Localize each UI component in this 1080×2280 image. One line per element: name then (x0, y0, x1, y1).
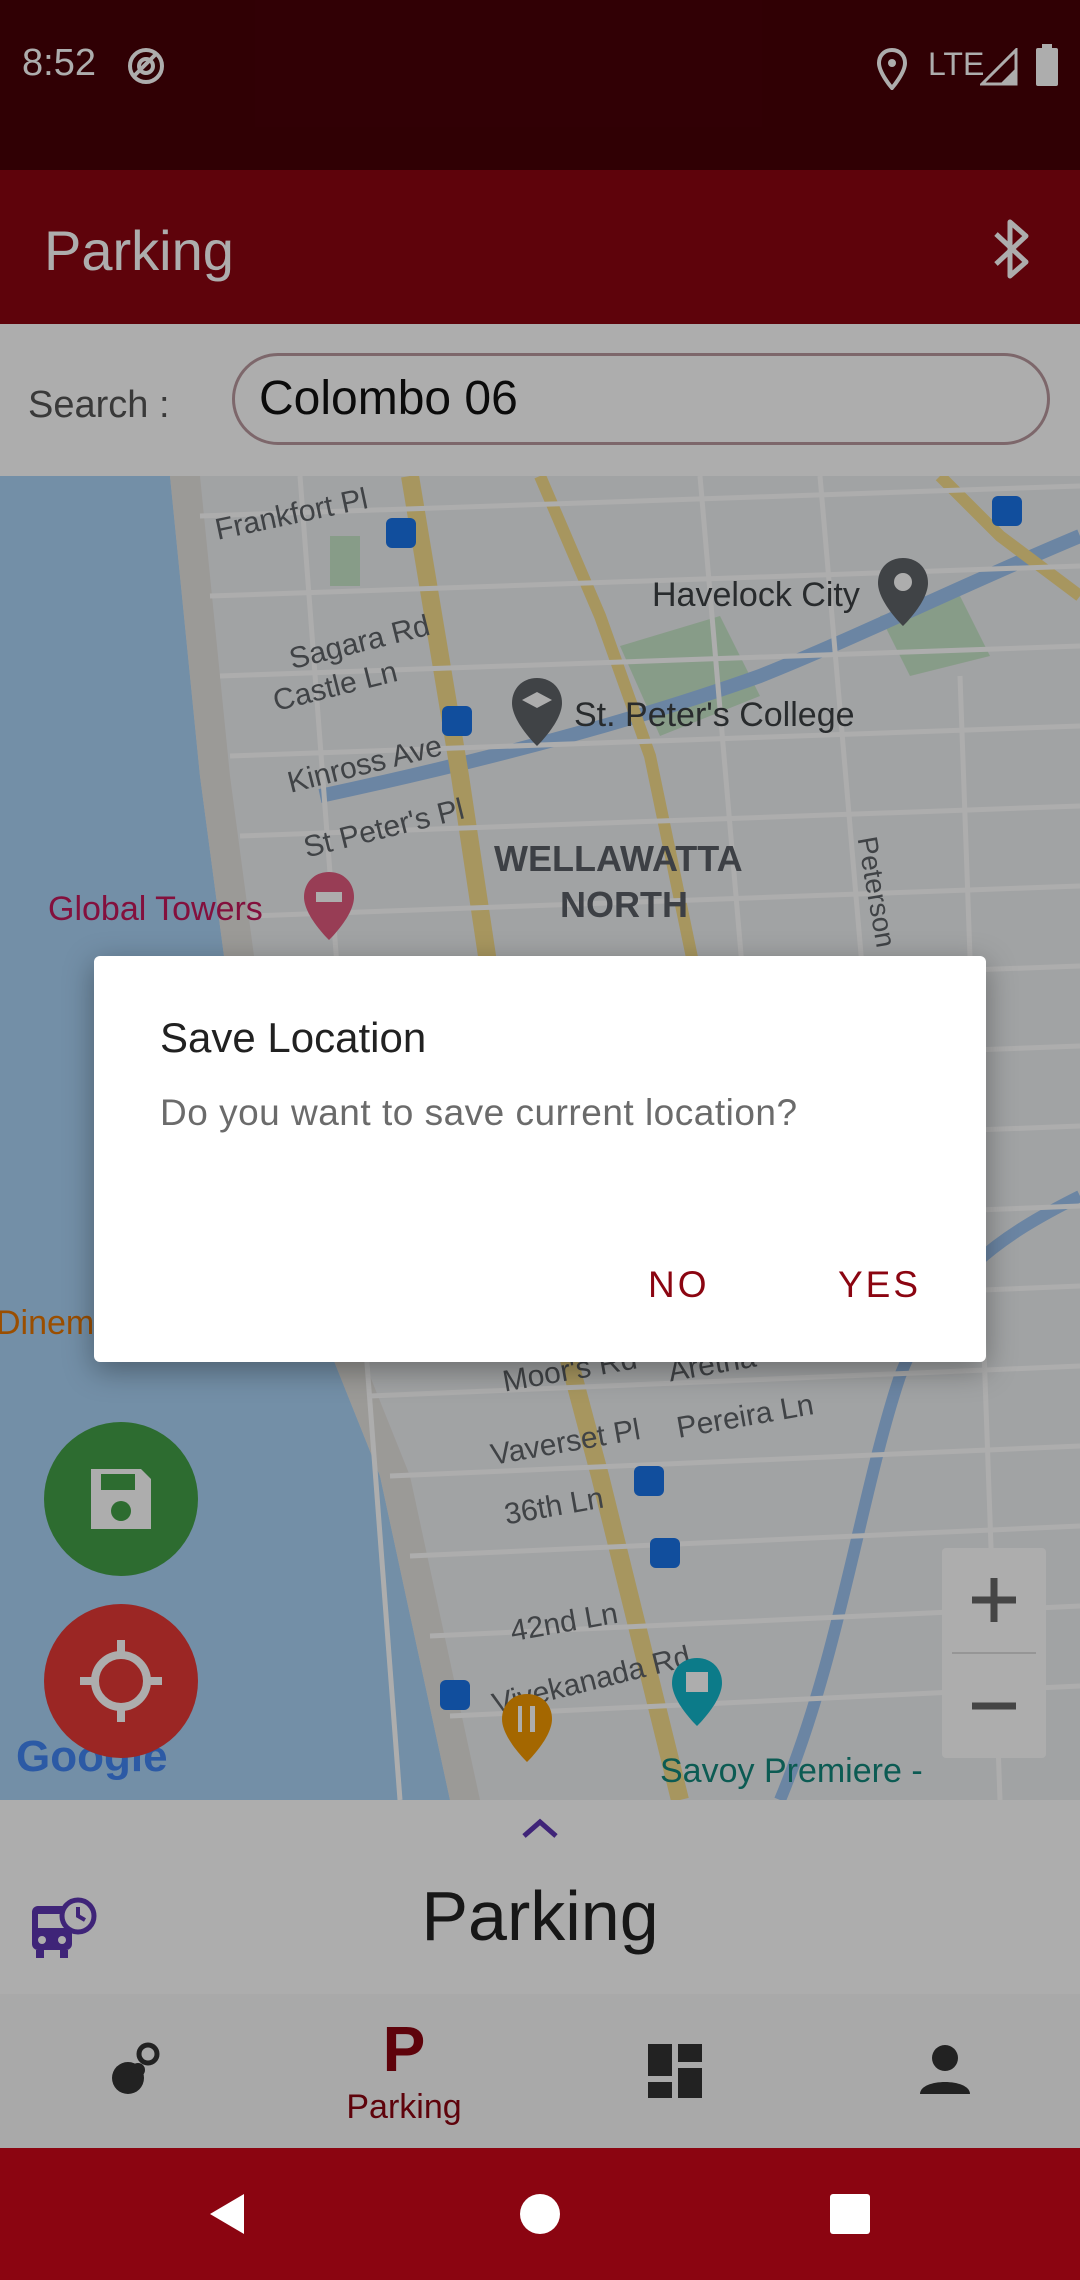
back-icon[interactable] (204, 2190, 252, 2238)
dialog-message: Do you want to save current location? (160, 1092, 798, 1133)
dialog-title: Save Location (160, 1014, 427, 1061)
save-location-dialog: Save Location Do you want to save curren… (94, 956, 986, 1362)
recents-icon[interactable] (828, 2192, 872, 2236)
yes-button[interactable]: YES (838, 1264, 921, 1306)
home-icon[interactable] (518, 2192, 562, 2236)
no-button[interactable]: NO (648, 1264, 710, 1306)
